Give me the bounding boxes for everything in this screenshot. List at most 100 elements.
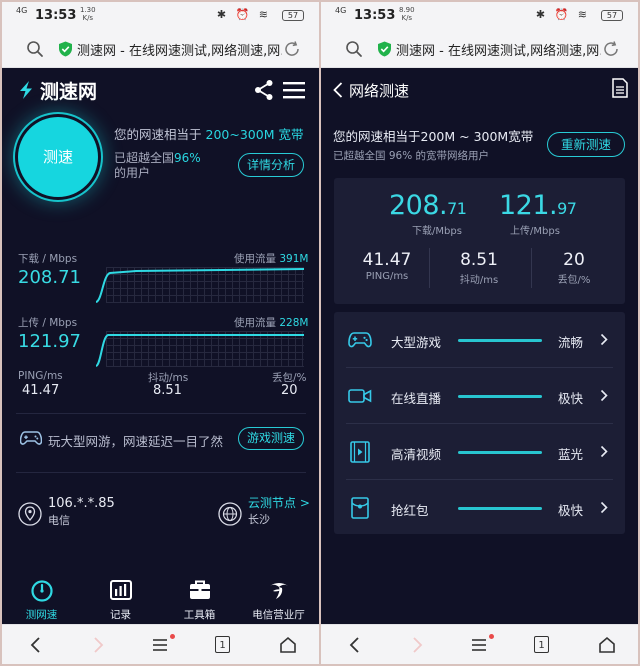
tabs-count-button[interactable]: 1 (534, 636, 549, 653)
reload-icon[interactable] (283, 40, 301, 58)
chevron-right-icon (600, 501, 608, 514)
status-icons: ✱ ⏰ ≋ (535, 8, 590, 21)
scenario-rating: 极快 (558, 391, 584, 406)
cloud-node-link[interactable]: 云测节点 > (248, 494, 310, 511)
download-label: 下载/Mbps (412, 226, 462, 237)
tab-telecom-hall[interactable]: 电信营业厅 (239, 572, 318, 624)
ip-address: 106.*.*.85 (48, 496, 115, 511)
beat-suffix: 的用户 (114, 166, 151, 180)
reload-icon[interactable] (602, 40, 620, 58)
game-speedtest-button[interactable]: 游戏测速 (238, 427, 304, 450)
scenario-row-gaming[interactable]: 大型游戏 流畅 (334, 312, 625, 368)
speed-equivalent-prefix: 您的网速相当于 (114, 127, 202, 142)
speedtest-logo-icon (20, 81, 32, 99)
tab-label[interactable]: 测网速 (2, 607, 81, 622)
battery-icon: 57 (282, 10, 304, 21)
chevron-right-icon (600, 445, 608, 458)
upload-graph (96, 331, 304, 367)
divider (16, 472, 306, 473)
tab-label[interactable]: 工具箱 (160, 607, 239, 622)
back-icon[interactable] (26, 635, 46, 655)
speedtest-home-screen: 4G 13:53 1.30 K/s ✱ ⏰ ≋ 57 测速网 - 在线网速测试,… (2, 2, 319, 664)
tab-toolbox[interactable]: 工具箱 (160, 572, 239, 624)
scenario-rating: 流畅 (558, 335, 584, 350)
url-text[interactable]: 测速网 - 在线网速测试,网络测速,网… (396, 40, 601, 59)
result-summary-panel: 208.71 下载/Mbps 121.97 上传/Mbps 41.47 PING… (334, 178, 625, 304)
browser-url-bar[interactable]: 测速网 - 在线网速测试,网络测速,网… (2, 30, 319, 68)
scenario-row-hd-video[interactable]: 高清视频 蓝光 (334, 424, 625, 480)
back-icon[interactable] (345, 635, 365, 655)
gamepad-icon (348, 332, 372, 348)
upload-value-int: 121. (499, 190, 558, 221)
menu-lines-icon[interactable] (150, 635, 170, 655)
download-usage-value: 391M (279, 253, 309, 265)
page-title: 网络测速 (349, 82, 410, 100)
speed-equivalent-value: 200~300M 宽带 (205, 127, 304, 142)
divider (16, 413, 306, 414)
scenario-row-live[interactable]: 在线直播 极快 (334, 368, 625, 424)
download-value: 208.71 (389, 190, 467, 221)
beat-prefix: 已超越全国 (114, 151, 175, 165)
film-icon (350, 441, 370, 463)
share-icon[interactable] (254, 79, 274, 101)
forward-icon[interactable] (88, 635, 108, 655)
tab-speedtest[interactable]: 测网速 (2, 572, 81, 624)
forward-icon[interactable] (407, 635, 427, 655)
upload-value: 121.97 (499, 190, 577, 221)
start-test-gauge[interactable]: 测速 (18, 117, 98, 197)
detail-analysis-button[interactable]: 详情分析 (238, 153, 304, 177)
menu-icon[interactable] (283, 81, 305, 99)
loss-value: 20 (563, 250, 585, 270)
scenario-row-red-packet[interactable]: 抢红包 极快 (334, 480, 625, 536)
tab-label[interactable]: 电信营业厅 (239, 607, 318, 622)
network-speed-unit: K/s (401, 14, 413, 22)
download-usage-label: 使用流量 (234, 253, 276, 265)
upload-label: 上传 / Mbps (18, 317, 78, 329)
upload-curve (96, 334, 304, 367)
tab-label[interactable]: 记录 (81, 607, 160, 622)
scenario-bar (458, 451, 542, 454)
back-arrow-icon[interactable] (332, 81, 344, 99)
search-icon[interactable] (345, 40, 363, 58)
home-icon[interactable] (278, 635, 298, 655)
ping-value: 41.47 (362, 250, 412, 270)
speedtest-result-screen: 4G 13:53 8.90 K/s ✱ ⏰ ≋ 57 测速网 - 在线网速测试,… (321, 2, 638, 664)
globe-icon (218, 502, 242, 526)
tab-records[interactable]: 记录 (81, 572, 160, 624)
download-usage: 使用流量 391M (234, 251, 308, 266)
scenario-name: 抢红包 (391, 503, 429, 518)
menu-lines-icon[interactable] (469, 635, 489, 655)
chevron-right-icon (600, 389, 608, 402)
gauge-label[interactable]: 测速 (18, 146, 98, 167)
chevron-right-icon (600, 333, 608, 346)
download-value: 208.71 (18, 267, 81, 288)
bottom-tab-bar: 测网速 记录 工具箱 电信营业厅 (2, 572, 319, 624)
browser-url-bar[interactable]: 测速网 - 在线网速测试,网络测速,网… (321, 30, 638, 68)
jitter-value: 8.51 (460, 250, 498, 270)
scenario-bar (458, 507, 542, 510)
tabs-count-button[interactable]: 1 (215, 636, 230, 653)
speed-equivalent: 您的网速相当于200M ~ 300M宽带 (333, 129, 534, 144)
home-icon[interactable] (597, 635, 617, 655)
upload-value-dec: 97 (557, 199, 577, 218)
records-chart-icon (110, 580, 132, 600)
download-graph (96, 267, 304, 303)
scenario-name: 在线直播 (391, 391, 442, 406)
url-text[interactable]: 测速网 - 在线网速测试,网络测速,网… (77, 40, 282, 59)
network-speed-indicator: 1.30 K/s (80, 6, 96, 22)
status-time: 13:53 (35, 8, 77, 23)
toolbox-icon (190, 580, 210, 599)
search-icon[interactable] (26, 40, 44, 58)
battery-icon: 57 (601, 10, 623, 21)
retest-button[interactable]: 重新测速 (547, 132, 625, 157)
speedometer-icon (31, 580, 53, 602)
download-value-int: 208. (389, 190, 448, 221)
scenario-name: 大型游戏 (391, 335, 442, 350)
document-icon[interactable] (612, 78, 628, 98)
ping-label: PING/ms (18, 370, 63, 382)
status-bar: 4G 13:53 8.90 K/s ✱ ⏰ ≋ 57 (321, 2, 638, 30)
node-city: 长沙 (248, 513, 270, 526)
scenario-bar (458, 339, 542, 342)
ping-label: PING/ms (365, 271, 409, 282)
network-speed-value: 8.90 (399, 6, 415, 14)
